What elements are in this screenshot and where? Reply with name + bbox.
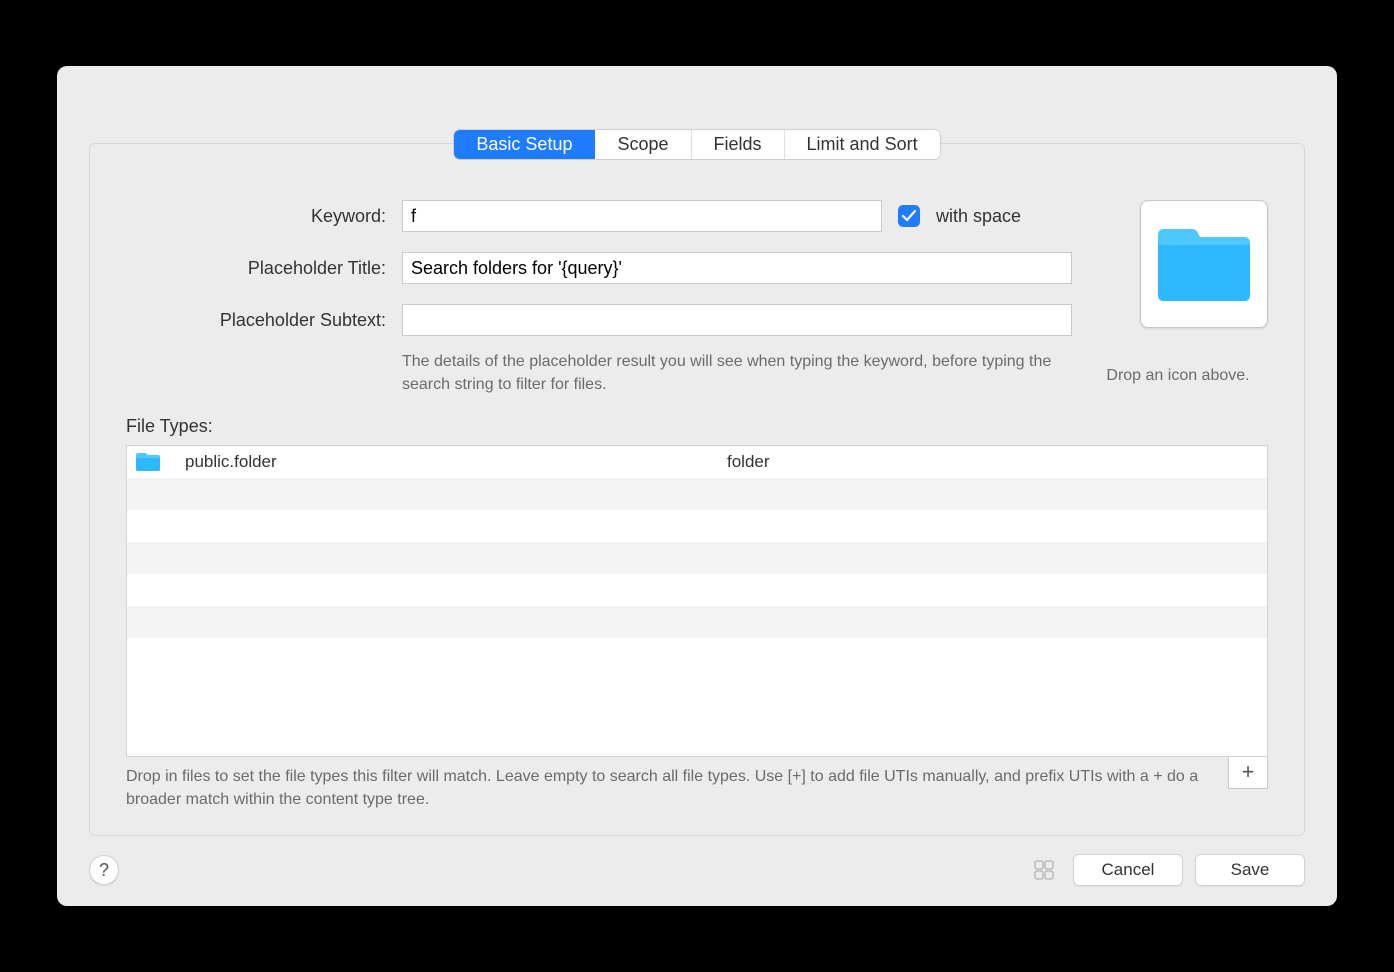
placeholder-help-text: The details of the placeholder result yo… [402,350,1072,396]
cancel-button[interactable]: Cancel [1073,854,1183,886]
tab-fields[interactable]: Fields [692,130,785,159]
settings-window: Basic Setup Scope Fields Limit and Sort … [57,66,1337,906]
file-type-uti: public.folder [179,452,721,472]
check-icon [902,210,916,222]
question-icon: ? [99,860,109,881]
with-space-label: with space [936,206,1021,227]
table-row [127,638,1267,670]
save-button[interactable]: Save [1195,854,1305,886]
help-button[interactable]: ? [89,855,119,885]
folder-icon [135,451,161,473]
table-row[interactable]: public.folder folder [127,446,1267,478]
placeholder-title-label: Placeholder Title: [126,258,386,279]
with-space-checkbox[interactable] [898,205,920,227]
file-type-desc: folder [721,452,1263,472]
file-types-heading: File Types: [126,416,1268,437]
grid-icon [1033,859,1055,881]
keyword-row: with space [402,200,1072,232]
add-file-type-button[interactable]: + [1228,757,1268,789]
tab-scope[interactable]: Scope [595,130,691,159]
form-grid: Keyword: with space Placeholder Title: [126,200,1268,396]
placeholder-title-input[interactable] [402,252,1072,284]
file-types-footer: Drop in files to set the file types this… [126,757,1268,811]
basic-setup-panel: Keyword: with space Placeholder Title: [89,143,1305,836]
bottom-bar: ? Cancel Save [89,854,1305,886]
file-types-table[interactable]: public.folder folder [126,445,1268,756]
file-types-help-text: Drop in files to set the file types this… [126,757,1216,811]
placeholder-subtext-label: Placeholder Subtext: [126,310,386,331]
table-row [127,510,1267,542]
keyword-label: Keyword: [126,206,386,227]
table-row [127,478,1267,510]
table-row [127,542,1267,574]
icon-drop-caption: Drop an icon above. [1088,365,1268,387]
keyword-input[interactable] [402,200,882,232]
tabbar: Basic Setup Scope Fields Limit and Sort [454,130,939,159]
file-types-section: File Types: public.folder folder Drop in… [126,416,1268,811]
tab-limit-and-sort[interactable]: Limit and Sort [785,130,940,159]
folder-icon [1154,223,1254,305]
plus-icon: + [1242,759,1255,785]
table-row [127,574,1267,606]
placeholder-subtext-input[interactable] [402,304,1072,336]
layout-icon-button[interactable] [1027,855,1061,885]
table-row [127,606,1267,638]
tab-basic-setup[interactable]: Basic Setup [454,130,595,159]
icon-drop-well[interactable] [1140,200,1268,328]
